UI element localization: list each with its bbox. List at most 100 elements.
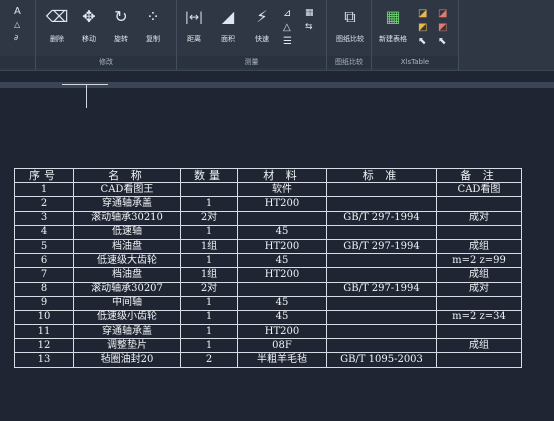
table-cell: 档油盘 — [73, 238, 181, 255]
table-cell: 45 — [237, 295, 327, 311]
table-cell — [326, 182, 437, 198]
table-cell: 2 — [180, 352, 238, 368]
table-cell: 4 — [14, 224, 74, 240]
eraser-icon: ⌫ — [45, 7, 69, 26]
table-cell: 成组 — [436, 338, 522, 354]
table-cell: 3 — [14, 210, 74, 226]
table-cell: HT200 — [237, 196, 327, 212]
panel-label — [0, 56, 35, 68]
area-icon: ◢ — [221, 7, 235, 26]
radius-icon[interactable]: △ — [283, 22, 291, 33]
parts-list-table[interactable]: 序号 名 称 数量 材 料 标 准 备 注 1 CAD看图王 软件 CAD看图 2 穿通轴… — [14, 167, 522, 368]
table-cell: 2 — [14, 196, 74, 212]
table-cell: 1 — [14, 182, 74, 198]
delete-button[interactable]: ⌫ 删除 — [42, 6, 72, 44]
panel-compare: ⧉ 图纸比较 图纸比较 — [327, 0, 372, 70]
table-cell — [326, 253, 437, 269]
header-remarks: 备 注 — [436, 167, 522, 184]
table-cell: 6 — [14, 253, 74, 269]
table-select-icon[interactable]: ⬉ — [438, 36, 446, 47]
area-button[interactable]: ◢ 面积 — [213, 6, 243, 44]
table-cell: 1 — [180, 295, 238, 311]
table-row: 11 穿通轴承盖 1 HT200 — [14, 324, 522, 340]
compare-button[interactable]: ⧉ 图纸比较 — [331, 6, 369, 44]
panel-annotate: A △ ∂ — [0, 0, 36, 70]
table-cell: m=2 z=34 — [436, 309, 522, 326]
table-cell — [436, 224, 522, 240]
table-cell: 1 — [180, 309, 238, 326]
table-cell — [326, 324, 437, 340]
table-cell: 2对 — [180, 281, 238, 297]
table-cell: 成对 — [436, 281, 522, 297]
table-row: 4 低速轴 1 45 — [14, 224, 522, 240]
table-cell — [326, 309, 437, 326]
table-cell: 45 — [237, 309, 327, 326]
table-cell: 11 — [14, 324, 74, 340]
quick-measure-button[interactable]: ⚡ 快速 — [247, 6, 277, 44]
table-cell: HT200 — [237, 267, 327, 283]
table-header-row: 序号 名 称 数量 材 料 标 准 备 注 — [14, 167, 522, 184]
panel-label: 修改 — [36, 56, 176, 68]
new-table-icon: ▦ — [385, 7, 401, 26]
spline-icon[interactable]: ∂ — [14, 33, 18, 42]
table-row: 6 低速级大齿轮 1 45 m=2 z=99 — [14, 253, 522, 269]
table-cell: 45 — [237, 253, 327, 269]
table-cursor-icon[interactable]: ⬉ — [418, 36, 426, 47]
table-cell: 1组 — [180, 238, 238, 255]
copy-button[interactable]: ⁘ 复制 — [138, 6, 168, 44]
table-cell: 1 — [180, 338, 238, 354]
distance-icon: |↔| — [184, 10, 204, 24]
coordinate-icon[interactable]: ▦ — [305, 8, 314, 18]
text-icon[interactable]: A — [14, 6, 21, 17]
table-cell: GB/T 297-1994 — [326, 210, 437, 226]
table-cell: 45 — [237, 224, 327, 240]
table-export-icon[interactable]: ◩ — [418, 22, 427, 33]
table-cell: 穿通轴承盖 — [73, 324, 181, 340]
tab-strip — [0, 82, 554, 88]
table-cell: 12 — [14, 338, 74, 354]
table-cell: HT200 — [237, 238, 327, 255]
table-cell: 13 — [14, 352, 74, 368]
table-import-icon[interactable]: ◪ — [418, 8, 427, 19]
table-cell: 1 — [180, 224, 238, 240]
table-row: 9 中间轴 1 45 — [14, 295, 522, 311]
table-cell: 9 — [14, 295, 74, 311]
table-cell: 毡圈油封20 — [73, 352, 181, 368]
table-cell: 中间轴 — [73, 295, 181, 311]
header-standard: 标 准 — [326, 167, 437, 184]
table-cell — [436, 295, 522, 311]
copy-icon: ⁘ — [146, 7, 160, 26]
arc-length-icon[interactable]: ☰ — [283, 36, 292, 47]
table-cell: 调整垫片 — [73, 338, 181, 354]
table-cell — [436, 352, 522, 368]
panel-measure: |↔| 距离 ◢ 面积 ⚡ 快速 ⊿ △ ☰ ▦ ⇆ 测量 — [177, 0, 327, 70]
angle-icon[interactable]: ⊿ — [283, 8, 291, 19]
quick-measure-icon: ⚡ — [256, 7, 268, 26]
table-edit-icon[interactable]: ◪ — [438, 8, 447, 19]
compare-icon: ⧉ — [344, 7, 356, 26]
table-cell: 成组 — [436, 238, 522, 255]
table-link-icon[interactable]: ◩ — [438, 22, 447, 33]
table-row: 12 调整垫片 1 08F 成组 — [14, 338, 522, 354]
triangle-icon[interactable]: △ — [14, 20, 20, 29]
header-material: 材 料 — [237, 167, 327, 184]
table-cell: 半粗羊毛毡 — [237, 352, 327, 368]
table-row: 7 档油盘 1组 HT200 成组 — [14, 267, 522, 283]
move-button[interactable]: ✥ 移动 — [74, 6, 104, 44]
new-table-button[interactable]: ▦ 新建表格 — [374, 6, 412, 44]
table-row: 13 毡圈油封20 2 半粗羊毛毡 GB/T 1095-2003 — [14, 352, 522, 368]
rotate-button[interactable]: ↻ 旋转 — [106, 6, 136, 44]
table-cell: 2对 — [180, 210, 238, 226]
table-cell: 成组 — [436, 267, 522, 283]
table-cell: 档油盘 — [73, 267, 181, 283]
table-cell — [326, 295, 437, 311]
table-cell: 滚动轴承30207 — [73, 281, 181, 297]
move-icon: ✥ — [82, 7, 96, 26]
table-cell: m=2 z=99 — [436, 253, 522, 269]
list-measure-icon[interactable]: ⇆ — [305, 22, 313, 32]
table-row: 5 档油盘 1组 HT200 GB/T 297-1994 成组 — [14, 238, 522, 255]
table-cell: 滚动轴承30210 — [73, 210, 181, 226]
distance-button[interactable]: |↔| 距离 — [179, 6, 209, 44]
table-cell: 1 — [180, 324, 238, 340]
table-cell: 软件 — [237, 182, 327, 198]
